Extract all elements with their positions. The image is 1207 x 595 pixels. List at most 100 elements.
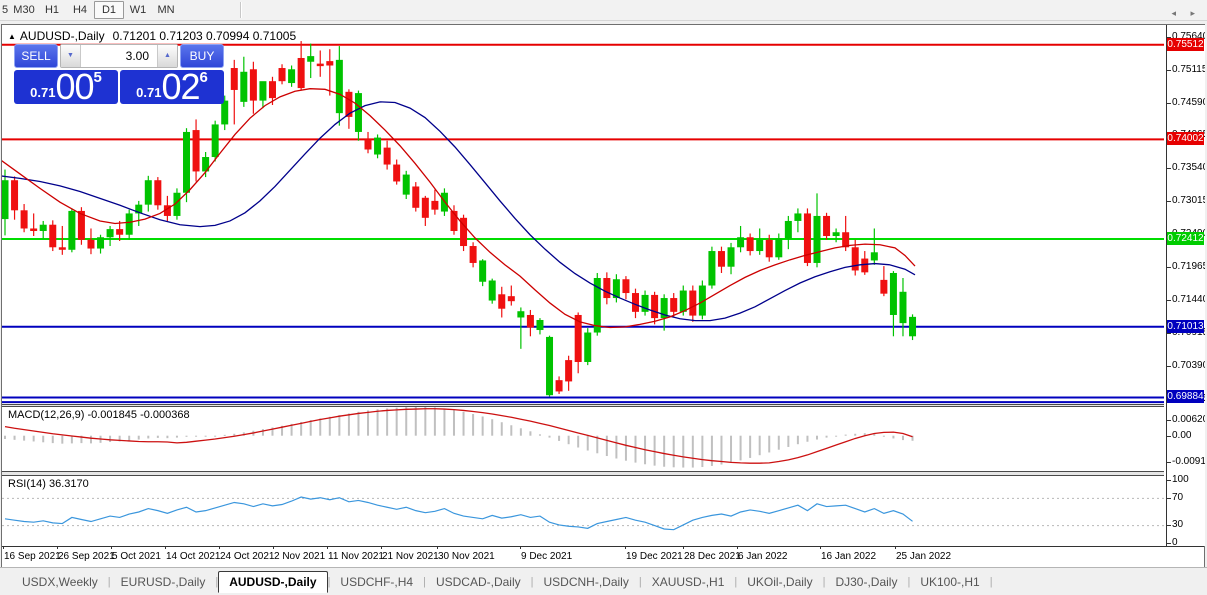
date-tick	[625, 546, 626, 549]
buy-button[interactable]: BUY	[180, 44, 224, 68]
price-level-badge: 0.72412	[1167, 232, 1204, 245]
candle	[526, 309, 534, 337]
buy-price[interactable]: 0.71 02 6	[120, 69, 224, 105]
candle	[106, 225, 114, 247]
macd-histogram-bar	[347, 413, 350, 436]
sell-price-main: 00	[55, 66, 94, 107]
price-tick-label: 0.70390	[1172, 359, 1205, 371]
price-axis[interactable]: 0.756400.751150.745900.740650.735400.730…	[1166, 25, 1205, 546]
macd-histogram-bar	[462, 411, 465, 436]
macd-histogram-bar	[233, 433, 236, 436]
macd-histogram-bar	[835, 435, 838, 437]
macd-histogram-bar	[586, 435, 589, 451]
chart-tab-xauusd-[interactable]: XAUUSD-,H1	[642, 572, 735, 592]
macd-histogram-bar	[577, 435, 580, 448]
time-axis[interactable]: 16 Sep 2021 26 Sep 2021 5 Oct 2021 14 Oct 2…	[2, 546, 1164, 565]
macd-histogram-bar	[653, 435, 656, 466]
macd-histogram-bar	[634, 435, 637, 463]
period-5[interactable]: 5	[0, 2, 10, 18]
date-label: 16 Jan 2022	[821, 551, 877, 562]
candle	[689, 285, 697, 322]
chart-tab-usdcad-[interactable]: USDCAD-,Daily	[426, 572, 531, 592]
chart-tab-bar: USDX,Weekly | EURUSD-,Daily | AUDUSD-,Daily |…	[0, 567, 1207, 595]
macd-histogram-bar	[749, 435, 752, 458]
buy-price-prefix: 0.71	[136, 85, 162, 100]
period-h1[interactable]: H1	[38, 2, 66, 18]
candle	[870, 228, 878, 265]
macd-histogram-bar	[175, 435, 178, 438]
chart-tab-usdcnh-[interactable]: USDCNH-,Daily	[534, 572, 639, 592]
lot-decrease-icon[interactable]: ▼	[61, 45, 80, 67]
candle	[507, 285, 515, 306]
macd-histogram-bar	[23, 435, 26, 441]
candle	[116, 220, 124, 242]
mt4-application: 5 M30 H1 H4 D1 W1 MN ▲ AUDUSD-,Daily 0.71201 0.7…	[0, 0, 1207, 595]
macd-histogram-bar	[624, 435, 627, 461]
candle	[832, 228, 840, 243]
candle	[202, 152, 210, 178]
macd-histogram-bar	[137, 435, 140, 440]
date-label: 21 Nov 2021	[382, 551, 439, 562]
candle	[97, 234, 105, 254]
period-w1[interactable]: W1	[124, 2, 152, 18]
sell-button[interactable]: SELL	[14, 44, 58, 68]
candle	[909, 314, 917, 341]
chart-title: ▲ AUDUSD-,Daily 0.71201 0.71203 0.70994 0.…	[8, 29, 296, 43]
axis-tick	[1167, 462, 1171, 464]
chart-tab-uk100-[interactable]: UK100-,H1	[910, 572, 989, 592]
date-label: 14 Oct 2021	[166, 551, 221, 562]
date-label: 16 Sep 2021	[4, 551, 61, 562]
candle	[880, 266, 888, 297]
macd-histogram-bar	[825, 435, 828, 438]
chart-tab-audusd-[interactable]: AUDUSD-,Daily	[218, 570, 328, 593]
chart-tab-eurusd-[interactable]: EURUSD-,Daily	[111, 572, 216, 592]
macd-histogram-bar	[185, 435, 188, 437]
macd-histogram-bar	[443, 408, 446, 436]
candle	[11, 176, 19, 220]
sell-price-pip: 5	[93, 69, 102, 86]
chart-tab-ukoil-[interactable]: UKOil-,Daily	[737, 572, 822, 592]
macd-histogram-bar	[567, 435, 570, 445]
axis-tick	[1167, 332, 1171, 334]
candle	[374, 134, 382, 159]
macd-tick-label: 0.00	[1172, 429, 1192, 441]
period-m30[interactable]: M30	[10, 2, 38, 18]
date-tick	[111, 546, 112, 549]
lot-increase-icon[interactable]: ▲	[158, 45, 177, 67]
date-label: 19 Dec 2021	[626, 551, 683, 562]
axis-tick	[1167, 201, 1171, 203]
macd-histogram-bar	[195, 435, 198, 437]
candle	[727, 242, 735, 275]
tab-separator: |	[989, 575, 993, 588]
chart-tab-usdchf-[interactable]: USDCHF-,H4	[330, 572, 423, 592]
macd-histogram-bar	[720, 435, 723, 465]
macd-histogram-bar	[357, 411, 360, 436]
date-tick	[327, 546, 328, 549]
tab-scroll-arrows[interactable]: ◂ ▸	[1171, 8, 1201, 19]
macd-histogram-bar	[892, 435, 895, 439]
chart-tab-usdx[interactable]: USDX,Weekly	[12, 572, 108, 592]
sell-price[interactable]: 0.71 00 5	[14, 66, 118, 107]
lot-size-input[interactable]: 3.00	[80, 45, 158, 67]
period-mn[interactable]: MN	[152, 2, 180, 18]
macd-histogram-bar	[758, 435, 761, 456]
macd-histogram-bar	[166, 435, 169, 439]
rsi-tick-label: 0	[1172, 537, 1178, 546]
rsi-pane[interactable]	[2, 476, 1164, 546]
chart-tab-dj30-[interactable]: DJ30-,Daily	[825, 572, 907, 592]
macd-histogram-bar	[615, 435, 618, 459]
macd-histogram-bar	[395, 407, 398, 436]
candle	[622, 276, 630, 300]
macd-histogram-bar	[328, 416, 331, 436]
collapse-icon[interactable]: ▲	[8, 32, 16, 41]
period-h4[interactable]: H4	[66, 2, 94, 18]
period-d1[interactable]: D1	[94, 1, 124, 19]
macd-histogram-bar	[901, 435, 904, 441]
date-label: 24 Oct 2021	[220, 551, 275, 562]
macd-histogram-bar	[787, 435, 790, 447]
price-level-badge: 0.69884	[1167, 390, 1204, 404]
candle	[737, 225, 745, 253]
date-label: 6 Jan 2022	[738, 551, 788, 562]
macd-histogram-bar	[806, 435, 809, 442]
macd-histogram-bar	[605, 435, 608, 457]
